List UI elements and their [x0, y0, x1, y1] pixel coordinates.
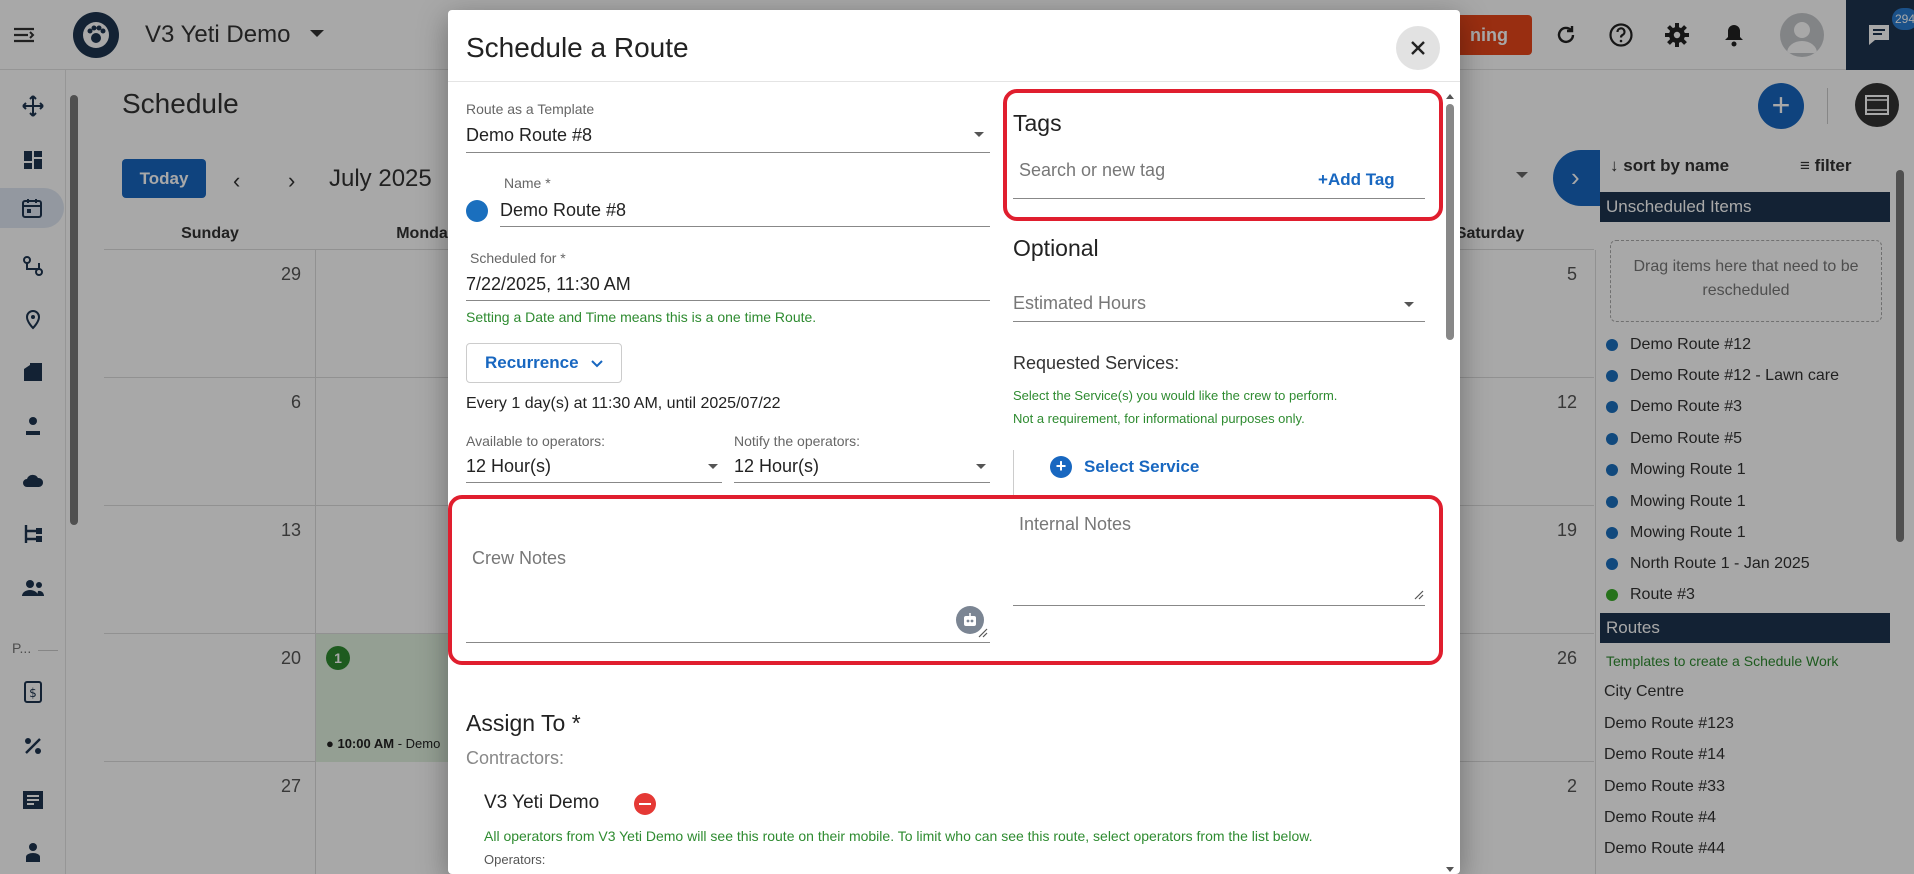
- operators-hint: All operators from V3 Yeti Demo will see…: [484, 828, 1313, 844]
- recurrence-button[interactable]: Recurrence: [466, 343, 622, 383]
- estimated-hours-caret-icon[interactable]: [1404, 302, 1414, 307]
- remove-contractor-icon[interactable]: [634, 793, 656, 815]
- optional-title: Optional: [1013, 235, 1099, 261]
- recurrence-summary: Every 1 day(s) at 11:30 AM, until 2025/0…: [466, 395, 781, 412]
- operators-label: Operators:: [484, 852, 546, 867]
- services-hint-2: Not a requirement, for informational pur…: [1013, 411, 1305, 426]
- requested-services-title: Requested Services:: [1013, 353, 1180, 373]
- assign-to-title: Assign To *: [466, 710, 581, 736]
- close-icon: [1411, 41, 1425, 55]
- available-underline: [466, 482, 722, 483]
- notify-caret-icon[interactable]: [976, 464, 986, 469]
- schedule-route-dialog: Schedule a Route Route as a Template Dem…: [448, 10, 1460, 874]
- template-caret-icon[interactable]: [974, 132, 984, 137]
- notes-highlight-box: [448, 495, 1443, 665]
- route-color-swatch[interactable]: [466, 200, 488, 222]
- notify-label: Notify the operators:: [734, 433, 861, 449]
- chevron-down-icon: [591, 360, 604, 368]
- name-label: Name *: [504, 175, 551, 191]
- estimated-hours-select[interactable]: Estimated Hours: [1013, 293, 1146, 314]
- dialog-header: Schedule a Route: [448, 10, 1460, 82]
- template-select[interactable]: Demo Route #8: [466, 125, 592, 146]
- scroll-down-icon[interactable]: [1445, 866, 1455, 874]
- scheduled-underline: [466, 300, 990, 301]
- scheduled-hint: Setting a Date and Time means this is a …: [466, 309, 817, 325]
- select-service-label: Select Service: [1084, 457, 1200, 476]
- template-label: Route as a Template: [466, 101, 595, 117]
- close-button[interactable]: [1396, 26, 1440, 70]
- scroll-up-icon[interactable]: [1445, 92, 1455, 100]
- tags-highlight-box: [1003, 89, 1443, 221]
- available-select[interactable]: 12 Hour(s): [466, 456, 551, 477]
- scheduled-input[interactable]: 7/22/2025, 11:30 AM: [466, 274, 631, 295]
- dialog-title: Schedule a Route: [466, 32, 689, 63]
- name-underline: [500, 226, 990, 227]
- name-input[interactable]: Demo Route #8: [500, 200, 626, 221]
- services-hint-1: Select the Service(s) you would like the…: [1013, 388, 1338, 403]
- notify-select[interactable]: 12 Hour(s): [734, 456, 819, 477]
- dialog-scrollbar[interactable]: [1444, 92, 1456, 874]
- add-circle-icon: +: [1050, 456, 1072, 478]
- scheduled-label: Scheduled for *: [470, 250, 566, 266]
- recurrence-label: Recurrence: [485, 353, 579, 372]
- available-caret-icon[interactable]: [708, 464, 718, 469]
- notify-underline: [734, 482, 990, 483]
- contractor-name: V3 Yeti Demo: [484, 792, 600, 813]
- available-label: Available to operators:: [466, 433, 606, 449]
- estimated-hours-underline: [1013, 321, 1425, 322]
- services-divider: [1013, 450, 1014, 498]
- select-service-button[interactable]: + Select Service: [1050, 456, 1199, 478]
- contractors-label: Contractors:: [466, 748, 565, 768]
- template-underline: [466, 152, 990, 153]
